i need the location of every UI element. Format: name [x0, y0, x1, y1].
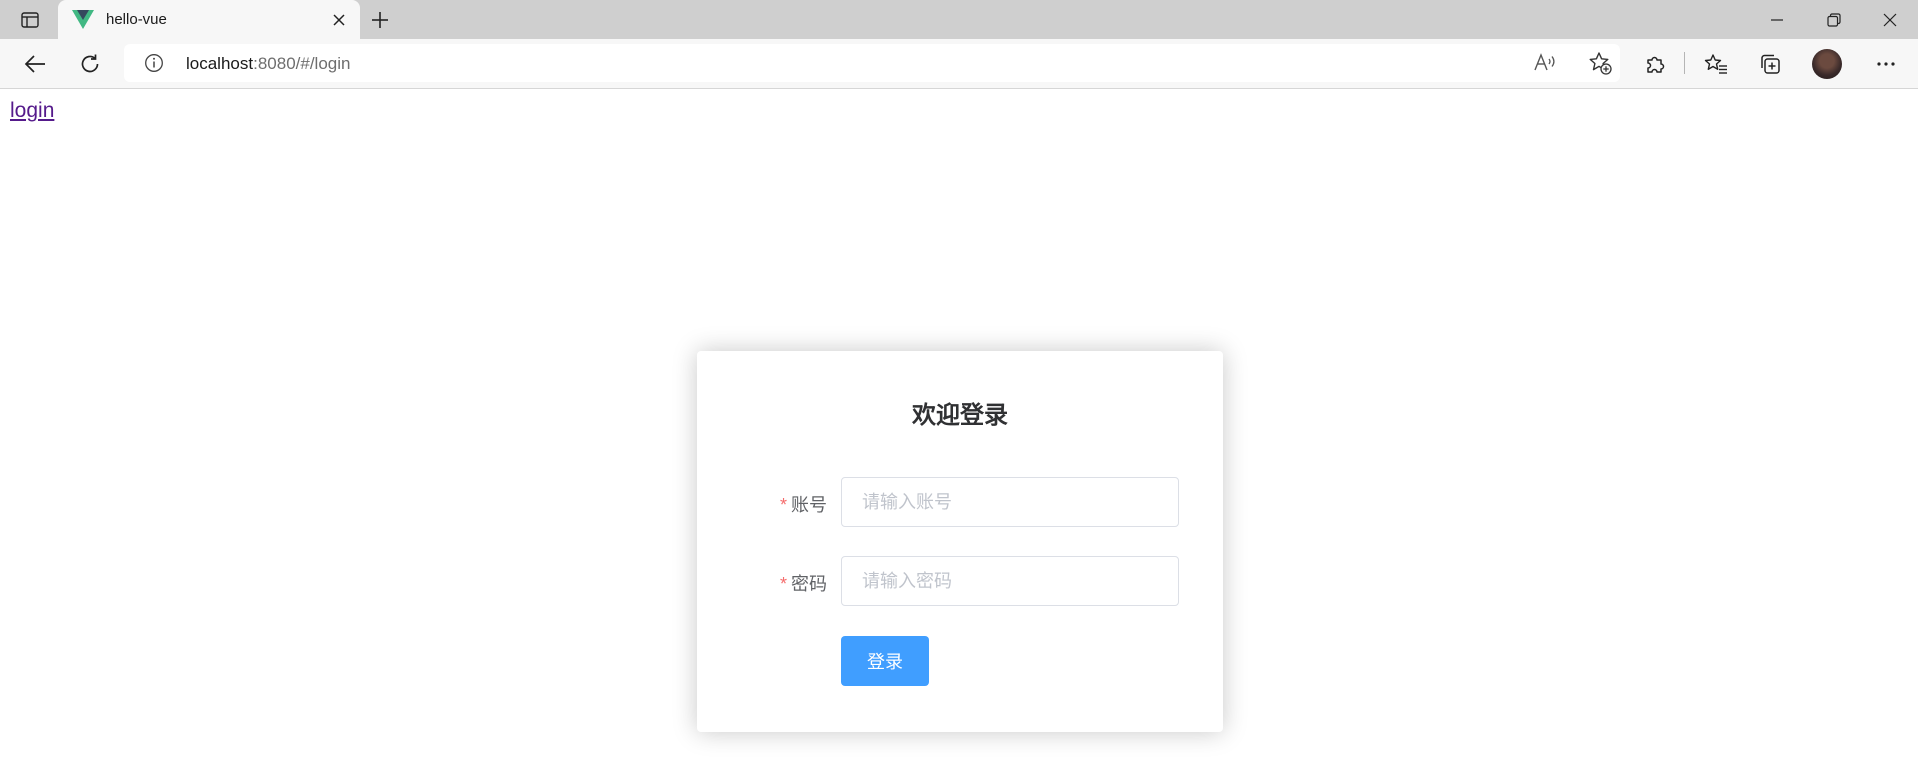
toolbar-separator	[1684, 52, 1685, 74]
tab-close-button[interactable]	[328, 9, 350, 31]
extensions-icon	[1647, 56, 1665, 73]
minimize-button[interactable]	[1749, 0, 1805, 39]
window-close-button[interactable]	[1862, 0, 1918, 39]
plus-icon	[372, 12, 388, 28]
required-asterisk: *	[779, 574, 787, 594]
site-info-button[interactable]	[144, 53, 164, 73]
password-form-item: * 密码	[697, 556, 1223, 606]
address-bar[interactable]: localhost:8080/#/login	[124, 44, 1620, 82]
restore-button[interactable]	[1806, 0, 1862, 39]
extensions-button[interactable]	[1640, 49, 1670, 79]
tab-title: hello-vue	[106, 11, 167, 28]
password-label: * 密码	[780, 570, 827, 596]
account-label-text: 账号	[791, 495, 827, 515]
restore-icon	[1827, 12, 1841, 27]
required-asterisk: *	[779, 495, 787, 515]
vue-logo-icon	[72, 10, 94, 29]
favorites-icon	[1704, 54, 1727, 74]
password-input[interactable]	[841, 556, 1179, 606]
refresh-icon	[81, 54, 99, 73]
browser-tab-strip: hello-vue	[0, 0, 1918, 39]
url-text: localhost:8080/#/login	[186, 54, 350, 74]
browser-tab-active[interactable]: hello-vue	[58, 0, 360, 39]
read-aloud-button[interactable]	[1530, 48, 1560, 78]
login-card: 欢迎登录 *账号 *密码 登录	[697, 351, 1223, 732]
account-form-item: * 账号	[697, 477, 1223, 527]
browser-toolbar: localhost:8080/#/login	[0, 39, 1918, 89]
add-favorite-icon	[1589, 52, 1612, 75]
url-path: :8080/#/login	[253, 54, 351, 73]
login-title: 欢迎登录	[912, 402, 1008, 429]
tab-actions-button[interactable]	[14, 7, 46, 33]
close-icon	[1883, 13, 1897, 26]
refresh-button[interactable]	[75, 49, 105, 79]
back-button[interactable]	[20, 49, 50, 79]
new-tab-button[interactable]	[366, 6, 394, 34]
close-icon	[333, 14, 345, 26]
minimize-icon	[1771, 18, 1783, 21]
add-favorite-button[interactable]	[1585, 48, 1615, 78]
account-label: * 账号	[780, 491, 827, 517]
password-label-text: 密码	[791, 574, 827, 594]
back-icon	[24, 55, 45, 73]
account-input[interactable]	[841, 477, 1179, 527]
collections-button[interactable]	[1755, 49, 1785, 79]
collections-icon	[1761, 54, 1780, 74]
login-nav-link[interactable]: login	[10, 99, 54, 123]
read-aloud-icon	[1534, 53, 1555, 71]
login-submit-button[interactable]: 登录	[841, 636, 929, 686]
more-menu-button[interactable]	[1871, 49, 1901, 79]
url-host: localhost	[186, 54, 254, 73]
favorites-button[interactable]	[1701, 49, 1731, 79]
info-icon	[145, 54, 163, 72]
more-icon	[1877, 62, 1895, 66]
profile-avatar[interactable]	[1812, 49, 1842, 79]
tab-actions-icon	[21, 12, 39, 28]
